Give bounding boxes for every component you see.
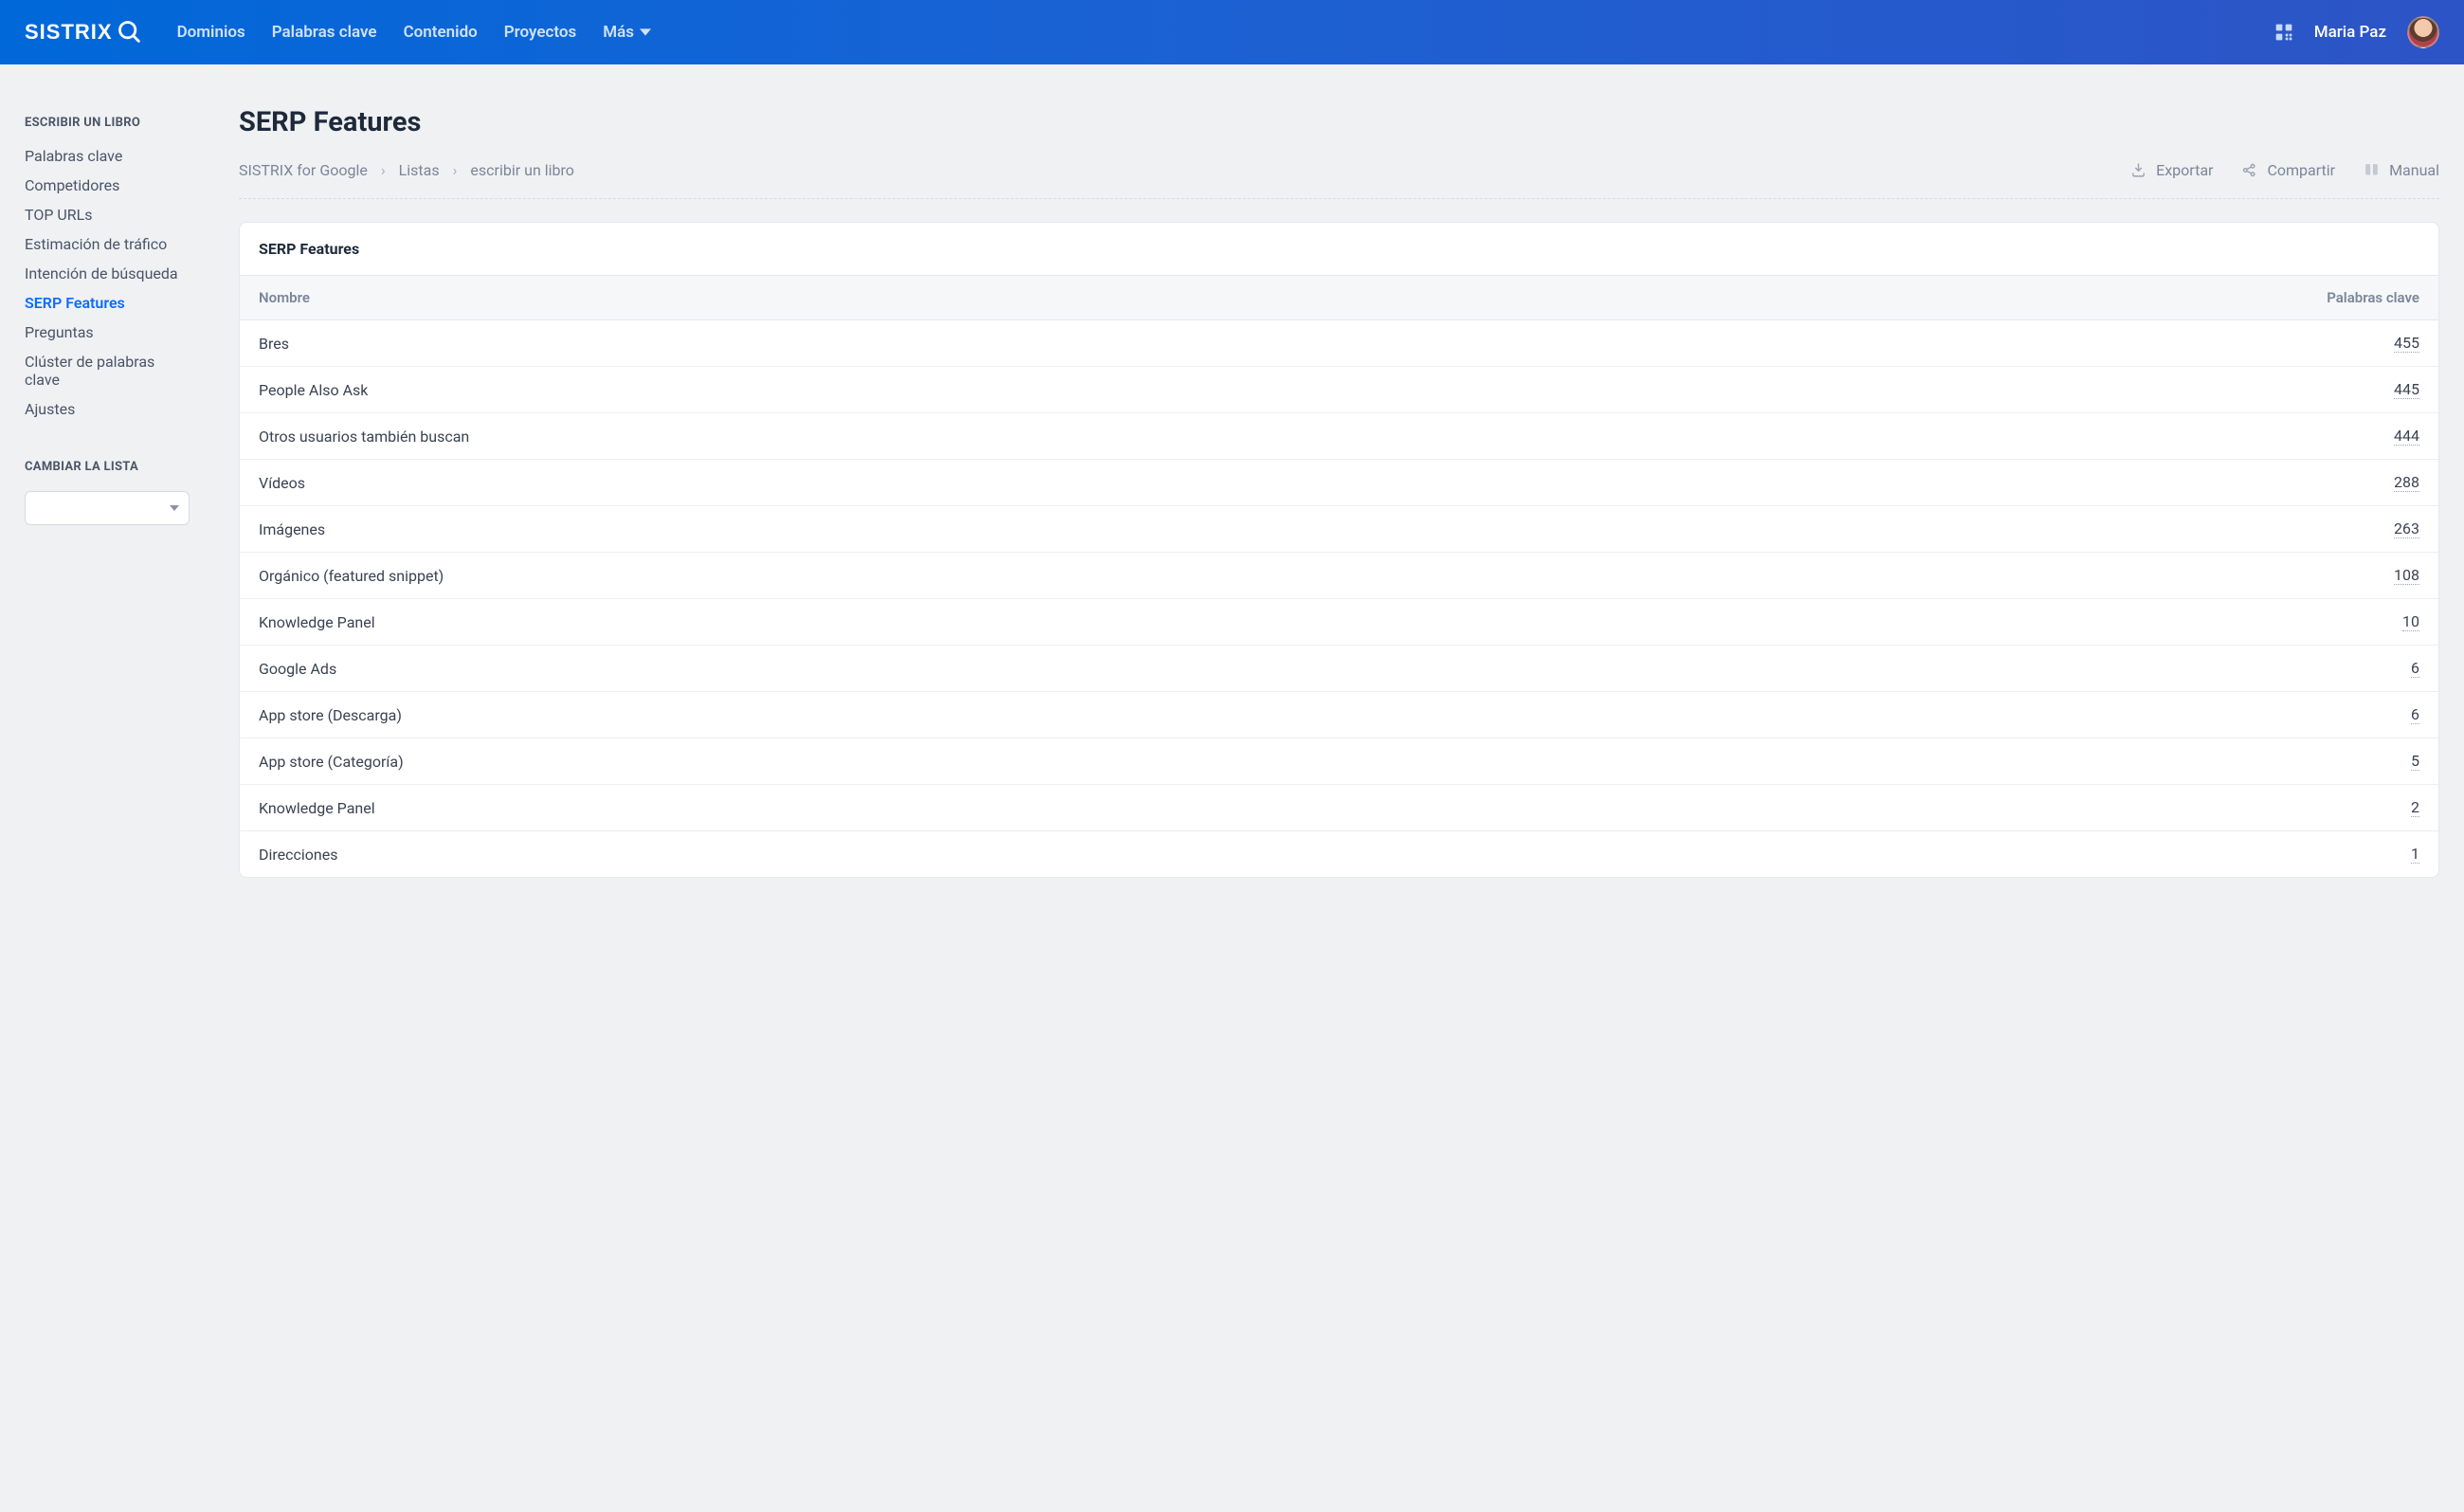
card-title: SERP Features [240,223,2438,276]
sidebar-item-ajustes[interactable]: Ajustes [25,400,191,418]
table-row[interactable]: Direcciones1 [240,831,2438,877]
table-row[interactable]: People Also Ask445 [240,367,2438,413]
share-button[interactable]: Compartir [2241,161,2335,179]
row-name: Bres [259,335,2394,353]
page-title: SERP Features [239,106,2439,138]
nav-more-label: Más [603,23,634,42]
book-icon [2364,162,2380,178]
row-name: People Also Ask [259,381,2394,399]
breadcrumb-crumb[interactable]: escribir un libro [470,161,573,179]
sidebar-item-cl-ster-de-palabras-clave[interactable]: Clúster de palabras clave [25,353,191,389]
row-count[interactable]: 10 [2402,612,2419,631]
row-count[interactable]: 2 [2411,798,2419,817]
export-label: Exportar [2156,161,2213,179]
sidebar-item-preguntas[interactable]: Preguntas [25,323,191,341]
page-actions: Exportar Compartir Manual [2130,161,2439,179]
sidebar: ESCRIBIR UN LIBRO Palabras clave Competid… [0,64,214,1512]
table-row[interactable]: Imágenes263 [240,506,2438,553]
table-row[interactable]: Otros usuarios también buscan444 [240,413,2438,460]
row-name: Google Ads [259,660,2411,678]
sidebar-item-competidores[interactable]: Competidores [25,176,191,194]
table-row[interactable]: Google Ads6 [240,646,2438,692]
row-count[interactable]: 444 [2394,427,2419,446]
row-count[interactable]: 108 [2394,566,2419,585]
serp-features-card: SERP Features Nombre Palabras clave Bres… [239,222,2439,878]
row-count[interactable]: 288 [2394,473,2419,492]
row-count[interactable]: 1 [2411,845,2419,864]
table-row[interactable]: Knowledge Panel2 [240,785,2438,831]
sidebar-item-estimaci-n-de-tr-fico[interactable]: Estimación de tráfico [25,235,191,253]
sidebar-list: Palabras clave Competidores TOP URLs Estima… [25,147,191,418]
table-body: Bres455People Also Ask445Otros usuarios … [240,320,2438,877]
share-label: Compartir [2267,161,2335,179]
share-icon [2241,162,2257,178]
row-count[interactable]: 5 [2411,752,2419,771]
row-name: Direcciones [259,846,2411,864]
sidebar-item-top-urls[interactable]: TOP URLs [25,206,191,224]
row-count[interactable]: 6 [2411,705,2419,724]
nav-item-dominios[interactable]: Dominios [177,23,245,42]
brand-text: SISTRIX [25,20,113,45]
breadcrumb-separator: › [381,161,386,179]
row-count[interactable]: 455 [2394,334,2419,353]
search-icon [117,19,143,46]
brand-logo[interactable]: SISTRIX [25,19,143,46]
main: SERP Features SISTRIX for Google › Listas ›… [214,64,2464,1512]
nav-item-contenido[interactable]: Contenido [404,23,478,42]
row-name: Knowledge Panel [259,799,2411,817]
row-name: App store (Categoría) [259,753,2411,771]
chevron-down-icon [170,503,179,513]
sidebar-item-intenci-n-de-b-squeda[interactable]: Intención de búsqueda [25,264,191,282]
sidebar-heading: ESCRIBIR UN LIBRO [25,116,191,130]
nav-item-more[interactable]: Más [603,23,651,42]
table-row[interactable]: Vídeos288 [240,460,2438,506]
change-list-select[interactable] [25,491,190,525]
apps-icon[interactable] [2274,23,2293,42]
top-nav: Dominios Palabras clave Contenido Proyectos… [177,23,651,42]
manual-label: Manual [2389,161,2439,179]
breadcrumb-crumb[interactable]: SISTRIX for Google [239,161,368,179]
breadcrumb-separator: › [453,161,458,179]
topbar: SISTRIX Dominios Palabras clave Contenido P… [0,0,2464,64]
row-name: Knowledge Panel [259,613,2402,631]
col-count-header: Palabras clave [2327,289,2419,306]
download-icon [2130,162,2147,178]
table-row[interactable]: Bres455 [240,320,2438,367]
sidebar-item-serp-features[interactable]: SERP Features [25,294,191,312]
nav-item-palabras-clave[interactable]: Palabras clave [272,23,377,42]
topbar-right: Maria Paz [2274,16,2439,48]
table-row[interactable]: App store (Descarga)6 [240,692,2438,738]
row-name: Vídeos [259,474,2394,492]
breadcrumb-row: SISTRIX for Google › Listas › escribir un li… [239,161,2439,199]
row-name: Otros usuarios también buscan [259,428,2394,446]
row-count[interactable]: 6 [2411,659,2419,678]
row-name: Imágenes [259,520,2394,538]
nav-item-proyectos[interactable]: Proyectos [504,23,577,42]
col-name-header: Nombre [259,289,2327,306]
user-name[interactable]: Maria Paz [2314,23,2386,42]
avatar[interactable] [2407,16,2439,48]
manual-button[interactable]: Manual [2364,161,2439,179]
breadcrumb-crumb[interactable]: Listas [399,161,440,179]
row-name: App store (Descarga) [259,706,2411,724]
table-head: Nombre Palabras clave [240,276,2438,320]
table-row[interactable]: Orgánico (featured snippet)108 [240,553,2438,599]
row-count[interactable]: 445 [2394,380,2419,399]
breadcrumb: SISTRIX for Google › Listas › escribir un li… [239,161,574,179]
table-row[interactable]: App store (Categoría)5 [240,738,2438,785]
row-name: Orgánico (featured snippet) [259,567,2394,585]
change-list-heading: CAMBIAR LA LISTA [25,460,191,474]
export-button[interactable]: Exportar [2130,161,2213,179]
chevron-down-icon [640,27,651,38]
sidebar-item-palabras-clave[interactable]: Palabras clave [25,147,191,165]
table-row[interactable]: Knowledge Panel10 [240,599,2438,646]
row-count[interactable]: 263 [2394,519,2419,538]
